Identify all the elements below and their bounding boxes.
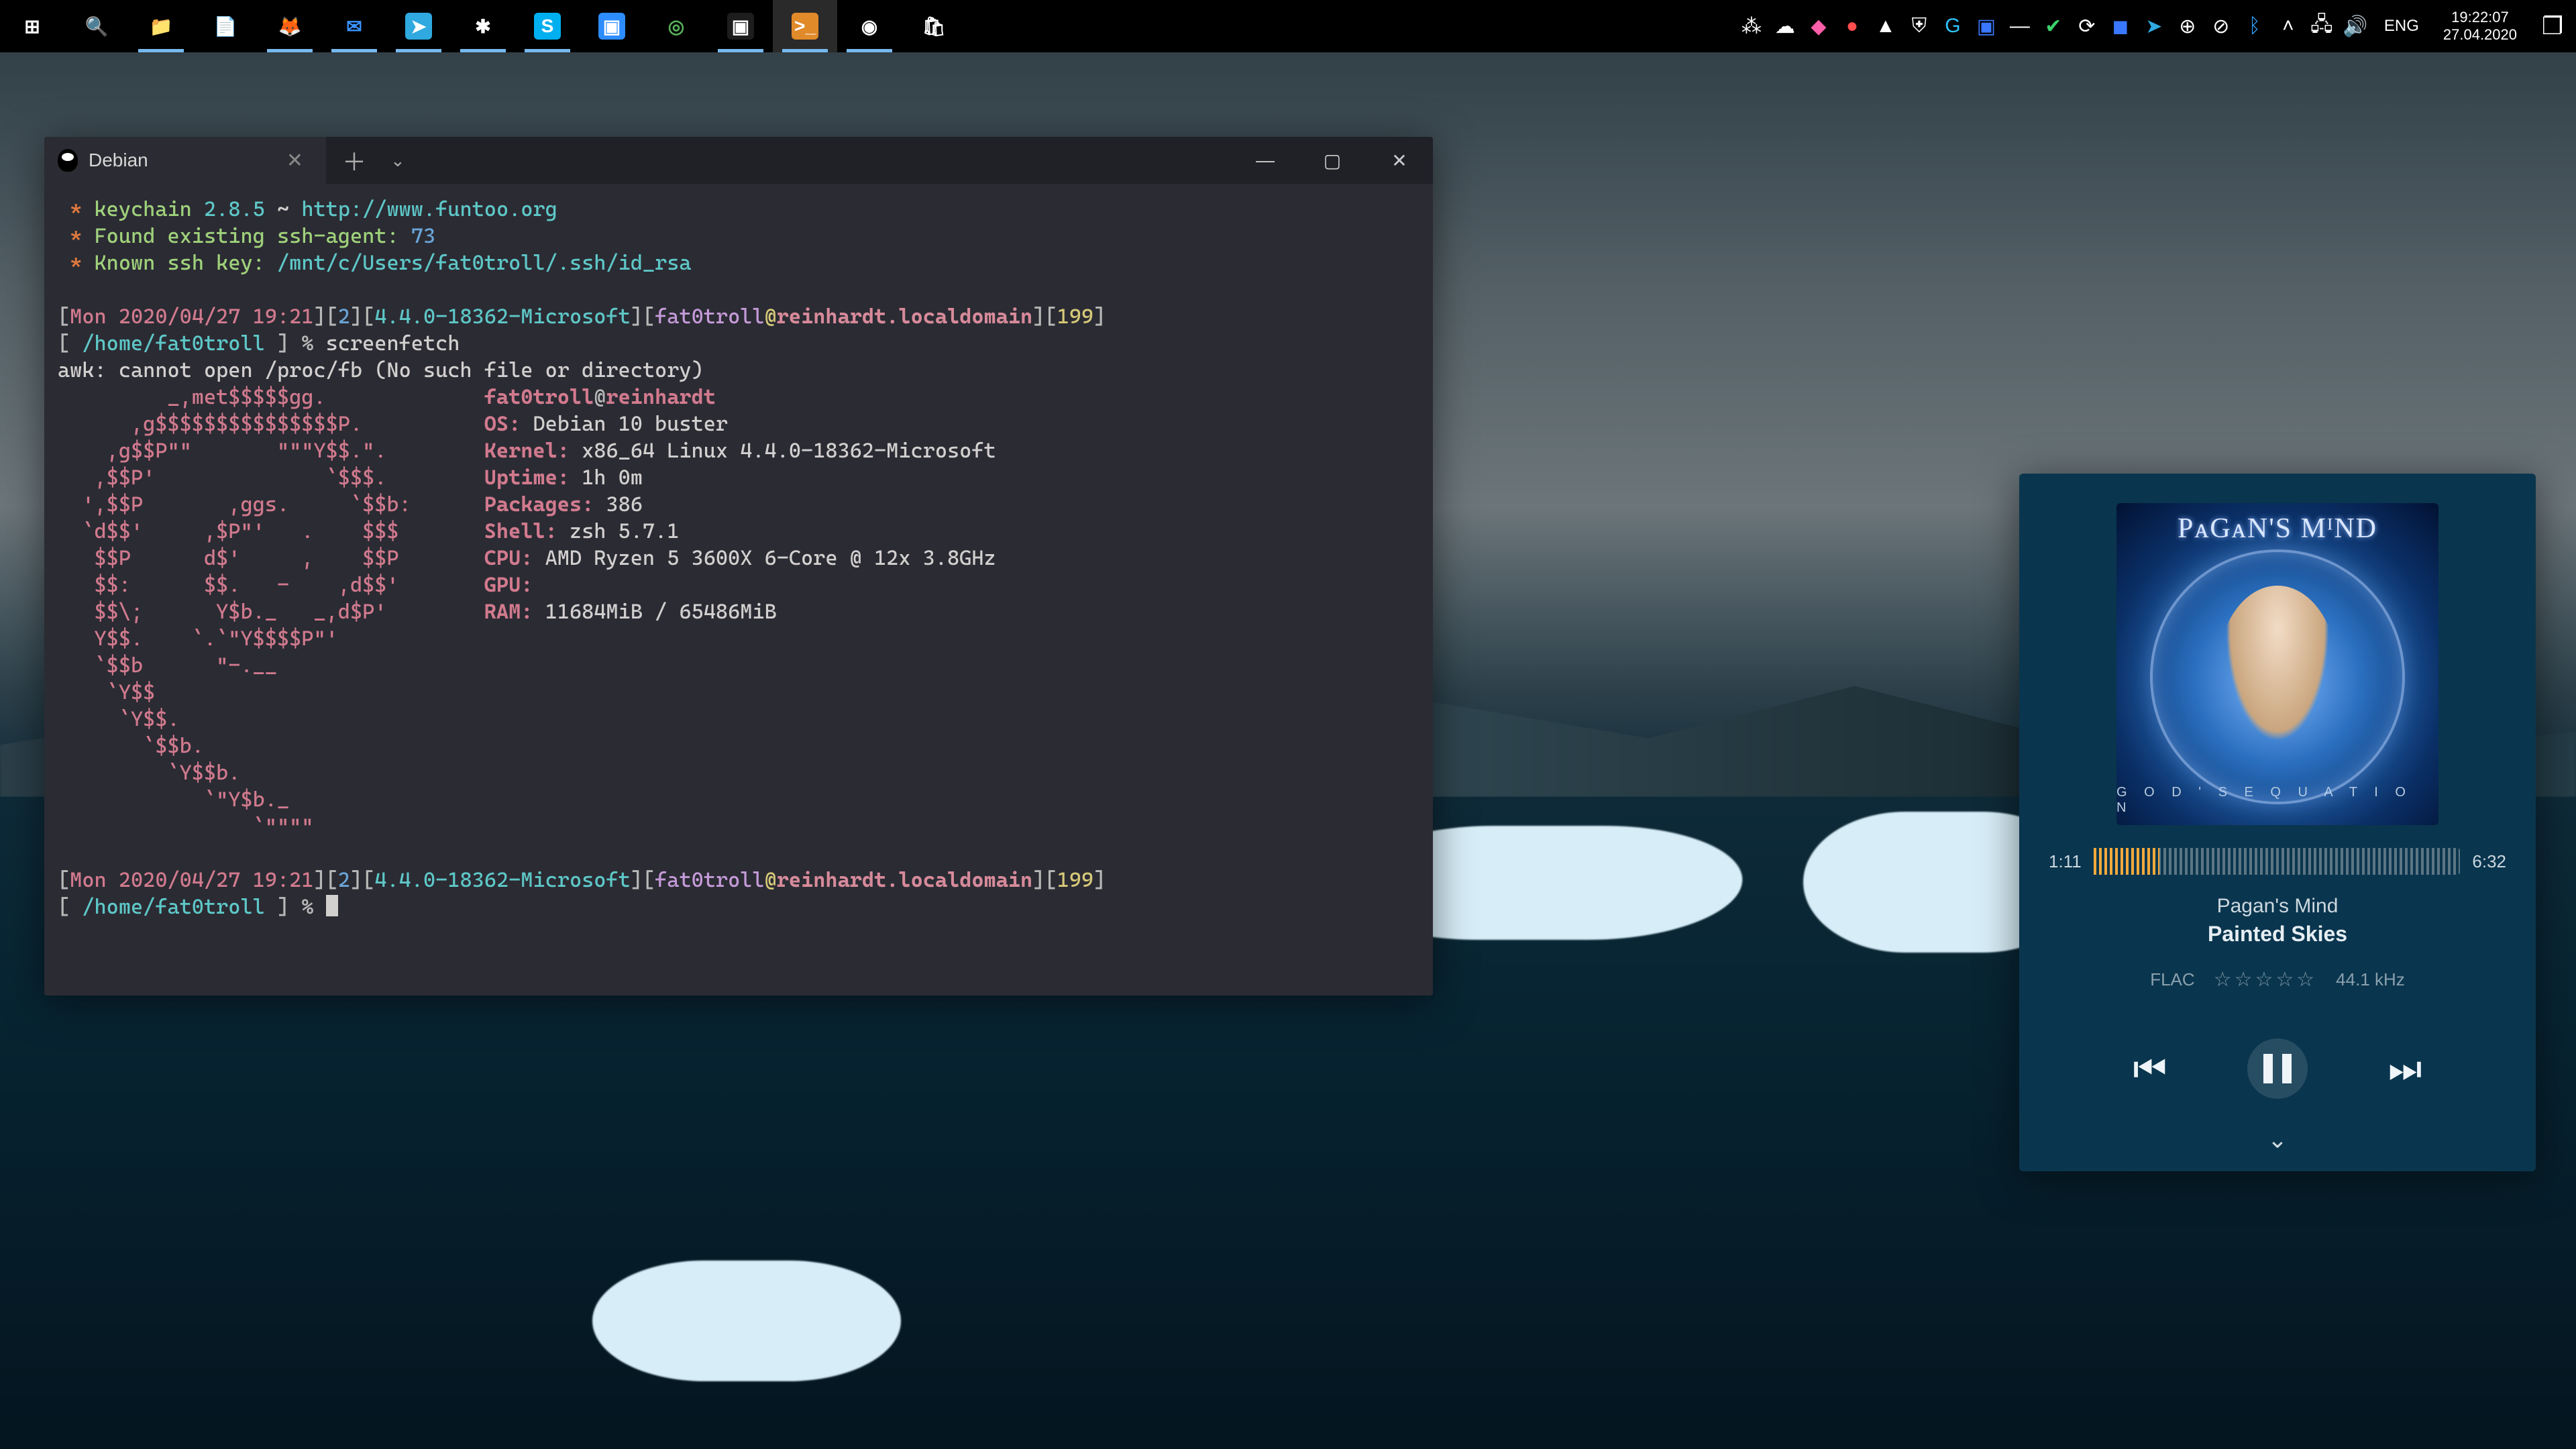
notepad-icon[interactable]: 📄 xyxy=(193,0,258,52)
tray-check-icon[interactable]: ✔ xyxy=(2037,0,2070,52)
tray-logitech-icon[interactable]: G xyxy=(1936,0,1970,52)
terminal-tab-title: Debian xyxy=(89,150,148,171)
terminal-body[interactable]: * keychain 2.8.5 ~ http://www.funtoo.org… xyxy=(44,184,1433,996)
album-band: PᴀGᴀN'S MᴵND xyxy=(2178,513,2377,545)
skype-icon[interactable]: S xyxy=(515,0,580,52)
tray-dash-icon[interactable]: — xyxy=(2003,0,2037,52)
tray-telegram-icon[interactable]: ➤ xyxy=(2137,0,2171,52)
terminal-titlebar[interactable]: Debian ✕ ＋ ⌄ — ▢ ✕ xyxy=(44,137,1433,184)
progress-played xyxy=(2094,848,2159,875)
tab-dropdown-icon[interactable]: ⌄ xyxy=(382,150,413,171)
maximize-button[interactable]: ▢ xyxy=(1299,137,1366,184)
pocketcasts-icon[interactable]: ◉ xyxy=(837,0,902,52)
taskbar: ⊞🔍📁📄🦊✉➤✱S▣◎▣>_◉🛍 ⁂☁◆●▲⛨G▣—✔⟳◼➤⊕⊘ᛒ˄🖧🔊 ENG… xyxy=(0,0,2576,52)
mail-icon[interactable]: ✉ xyxy=(322,0,386,52)
store-icon[interactable]: 🛍 xyxy=(902,0,966,52)
terminal-window: Debian ✕ ＋ ⌄ — ▢ ✕ * keychain 2.8.5 ~ ht… xyxy=(44,137,1433,996)
taskbar-date: 27.04.2020 xyxy=(2443,26,2517,44)
close-button[interactable]: ✕ xyxy=(1366,137,1433,184)
music-widget: PᴀGᴀN'S MᴵND G O D ' S E Q U A T I O N 1… xyxy=(2019,474,2536,1171)
firefox-icon[interactable]: 🦊 xyxy=(258,0,322,52)
slack-icon[interactable]: ✱ xyxy=(451,0,515,52)
cmd-icon[interactable]: ▣ xyxy=(708,0,773,52)
wallpaper-ice xyxy=(592,1260,901,1381)
tray-vpn-icon[interactable]: ⛨ xyxy=(1902,0,1936,52)
app-green-icon[interactable]: ◎ xyxy=(644,0,708,52)
rating-stars[interactable]: ☆☆☆☆☆ xyxy=(2214,968,2317,991)
progress-row: 1:11 6:32 xyxy=(2049,848,2506,875)
track-artist: Pagan's Mind xyxy=(2208,895,2347,918)
new-tab-button[interactable]: ＋ xyxy=(326,143,382,178)
taskbar-language[interactable]: ENG xyxy=(2372,17,2431,36)
sample-rate: 44.1 kHz xyxy=(2336,969,2405,990)
tray-volume-icon[interactable]: 🔊 xyxy=(2339,0,2372,52)
tray-app-pink-icon[interactable]: ◆ xyxy=(1802,0,1835,52)
track-title: Painted Skies xyxy=(2208,922,2347,947)
tray-network-icon[interactable]: 🖧 xyxy=(2305,0,2339,52)
time-total: 6:32 xyxy=(2472,851,2506,872)
next-track-button[interactable]: ⏭ xyxy=(2388,1046,2422,1091)
tab-close-icon[interactable]: ✕ xyxy=(282,149,307,172)
taskbar-clock[interactable]: 19:22:07 27.04.2020 xyxy=(2431,9,2529,44)
tray-app-red-icon[interactable]: ● xyxy=(1835,0,1869,52)
terminal-tab[interactable]: Debian ✕ xyxy=(44,137,326,184)
tray-onedrive-icon[interactable]: ▲ xyxy=(1869,0,1902,52)
tray-bluetooth-icon[interactable]: ᛒ xyxy=(2238,0,2271,52)
expand-icon[interactable]: ⌄ xyxy=(2267,1126,2288,1154)
linux-icon xyxy=(58,149,78,172)
search-icon[interactable]: 🔍 xyxy=(64,0,129,52)
play-pause-button[interactable] xyxy=(2247,1038,2308,1099)
taskbar-time: 19:22:07 xyxy=(2443,9,2517,26)
action-center-icon[interactable]: ❐ xyxy=(2529,12,2576,40)
prev-track-button[interactable]: ⏮ xyxy=(2133,1046,2167,1091)
tray-puzzle-icon[interactable]: ⁂ xyxy=(1735,0,1768,52)
tray-nx-icon[interactable]: ▣ xyxy=(1970,0,2003,52)
tray-cloud-icon[interactable]: ☁ xyxy=(1768,0,1802,52)
tray-app-blue-icon[interactable]: ◼ xyxy=(2104,0,2137,52)
start-button[interactable]: ⊞ xyxy=(0,0,64,52)
tray-sync-icon[interactable]: ⟳ xyxy=(2070,0,2104,52)
minimize-button[interactable]: — xyxy=(1232,137,1299,184)
terminal-icon[interactable]: >_ xyxy=(773,0,837,52)
audio-format: FLAC xyxy=(2150,969,2194,990)
tray-globe-icon[interactable]: ⊕ xyxy=(2171,0,2204,52)
album-art[interactable]: PᴀGᴀN'S MᴵND G O D ' S E Q U A T I O N xyxy=(2116,503,2438,825)
progress-bar[interactable] xyxy=(2094,848,2461,875)
zoom-icon[interactable]: ▣ xyxy=(580,0,644,52)
time-elapsed: 1:11 xyxy=(2049,851,2082,872)
tray-safe-icon[interactable]: ⊘ xyxy=(2204,0,2238,52)
file-explorer-icon[interactable]: 📁 xyxy=(129,0,193,52)
telegram-icon[interactable]: ➤ xyxy=(386,0,451,52)
tray-chevron-up-icon[interactable]: ˄ xyxy=(2271,0,2305,52)
